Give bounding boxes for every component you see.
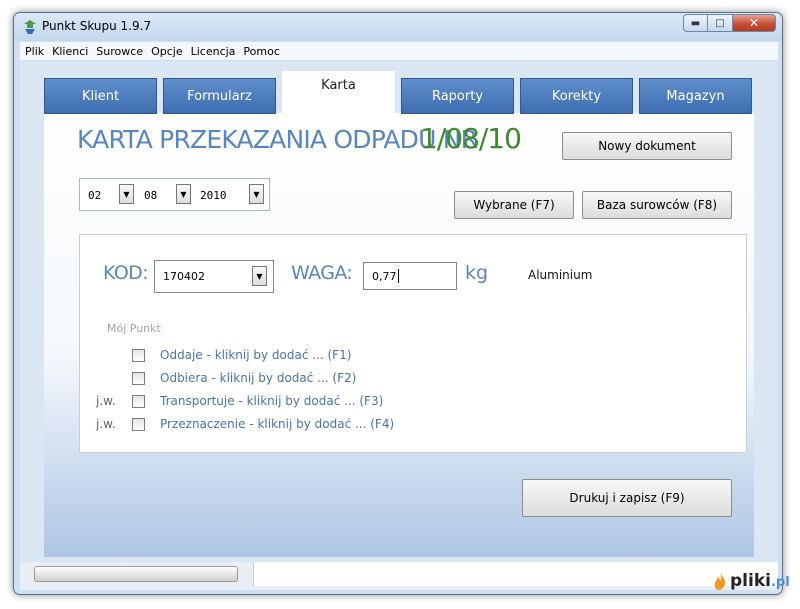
year-dropdown-button[interactable]: ▼: [249, 184, 264, 204]
day-dropdown-button[interactable]: ▼: [119, 184, 134, 204]
new-document-button[interactable]: Nowy dokument: [562, 132, 732, 160]
menu-pomoc[interactable]: Pomoc: [240, 45, 284, 58]
month-dropdown-button[interactable]: ▼: [176, 184, 191, 204]
kod-value: 170402: [163, 270, 205, 283]
document-number: 1/08/10: [420, 122, 522, 155]
section-label: Mój Punkt: [107, 322, 161, 335]
chevron-down-icon: ▼: [123, 189, 130, 199]
tab-karta[interactable]: Karta: [282, 71, 395, 114]
window-controls: ▬ □ ✕: [683, 14, 776, 32]
progress-bar: [34, 566, 238, 582]
close-icon: ✕: [748, 16, 760, 30]
chevron-down-icon: ▼: [256, 271, 263, 281]
checkbox-odbiera[interactable]: [132, 372, 145, 385]
odbiera-link[interactable]: Odbiera - kliknij by dodać ... (F2): [160, 371, 356, 385]
print-save-button[interactable]: Drukuj i zapisz (F9): [522, 479, 732, 517]
menu-bar: Plik Klienci Surowce Opcje Licencja Pomo…: [20, 42, 778, 61]
maximize-button[interactable]: □: [708, 14, 733, 32]
app-window: Punkt Skupu 1.9.7 ▬ □ ✕ Plik Klienci Sur…: [13, 12, 783, 595]
tab-klient[interactable]: Klient: [44, 78, 157, 114]
materials-database-button[interactable]: Baza surowców (F8): [582, 191, 732, 219]
status-bar: [20, 562, 778, 590]
menu-klienci[interactable]: Klienci: [49, 45, 93, 58]
date-month: 08: [144, 189, 158, 202]
chevron-down-icon: ▼: [253, 189, 260, 199]
page-title: KARTA PRZEKAZANIA ODPADU NR: [77, 125, 478, 154]
date-picker: 02 ▼ 08 ▼ 2010 ▼: [79, 178, 270, 211]
date-year: 2010: [200, 189, 227, 202]
chevron-down-icon: ▼: [180, 189, 187, 199]
checkbox-transportuje[interactable]: [132, 395, 145, 408]
transportuje-link[interactable]: Transportuje - kliknij by dodać ... (F3): [160, 394, 383, 408]
checkbox-przeznaczenie[interactable]: [132, 418, 145, 431]
kod-select[interactable]: 170402 ▼: [154, 260, 274, 293]
watermark-suffix: .pl: [770, 575, 790, 590]
waga-label: WAGA:: [291, 262, 353, 284]
tab-raporty[interactable]: Raporty: [401, 78, 514, 114]
menu-licencja[interactable]: Licencja: [188, 45, 241, 58]
kod-dropdown-button[interactable]: ▼: [252, 266, 267, 286]
maximize-icon: □: [715, 17, 725, 29]
window-title: Punkt Skupu 1.9.7: [42, 19, 152, 33]
minimize-button[interactable]: ▬: [683, 14, 708, 32]
waga-value: 0,77: [372, 269, 397, 283]
tab-korekty[interactable]: Korekty: [520, 78, 633, 114]
waste-entry-panel: KOD: 170402 ▼ WAGA: 0,77 kg Aluminium Mó…: [79, 234, 747, 453]
tab-magazyn[interactable]: Magazyn: [639, 78, 752, 114]
watermark-name: pliki: [730, 571, 771, 591]
checkbox-oddaje[interactable]: [132, 349, 145, 362]
tab-formularz[interactable]: Formularz: [163, 78, 276, 114]
material-name: Aluminium: [528, 268, 593, 282]
oddaje-link[interactable]: Oddaje - kliknij by dodać ... (F1): [160, 348, 351, 362]
menu-plik[interactable]: Plik: [22, 45, 49, 58]
app-logo-icon: [24, 20, 36, 34]
title-bar[interactable]: Punkt Skupu 1.9.7 ▬ □ ✕: [14, 13, 782, 41]
main-area: Klient Formularz Karta Raporty Korekty M…: [20, 61, 778, 590]
row-prefix: j.w.: [96, 417, 116, 431]
minimize-icon: ▬: [690, 17, 701, 29]
menu-surowce[interactable]: Surowce: [93, 45, 148, 58]
przeznaczenie-link[interactable]: Przeznaczenie - kliknij by dodać ... (F4…: [160, 417, 394, 431]
watermark-text: pliki.pl: [730, 571, 790, 591]
watermark-logo: pliki.pl: [712, 569, 792, 595]
text-cursor: [397, 269, 399, 283]
waga-input[interactable]: 0,77: [363, 262, 457, 290]
weight-unit: kg: [465, 262, 489, 284]
kod-label: KOD:: [103, 262, 149, 284]
flame-icon: [714, 572, 726, 590]
date-day: 02: [88, 189, 102, 202]
status-text-field: [253, 562, 778, 586]
close-button[interactable]: ✕: [733, 14, 776, 32]
selected-button[interactable]: Wybrane (F7): [454, 191, 574, 219]
menu-opcje[interactable]: Opcje: [148, 45, 188, 58]
row-prefix: j.w.: [96, 394, 116, 408]
